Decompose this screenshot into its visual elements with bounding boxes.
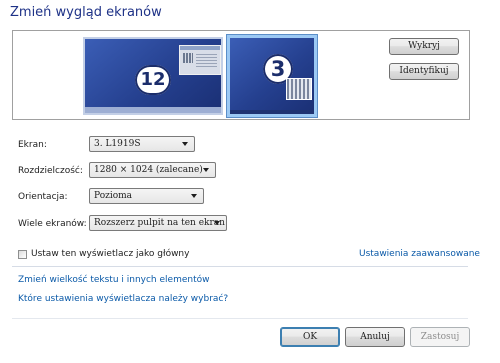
identify-button[interactable]: Identyfikuj bbox=[389, 63, 459, 80]
resolution-label: Rozdzielczość: bbox=[18, 166, 83, 176]
screen-dropdown[interactable]: 3. L1919S bbox=[89, 136, 195, 152]
multiple-displays-dropdown[interactable]: Rozszerz pulpit na ten ekran bbox=[89, 215, 227, 231]
apply-button[interactable]: Zastosuj bbox=[410, 327, 470, 347]
taskbar-strip bbox=[85, 107, 221, 113]
screen-dropdown-value: 3. L1919S bbox=[94, 139, 141, 149]
screen-label: Ekran: bbox=[18, 140, 47, 150]
dropdown-arrow-icon bbox=[191, 194, 197, 198]
dropdown-arrow-icon bbox=[203, 168, 209, 172]
orientation-dropdown[interactable]: Pozioma bbox=[89, 188, 204, 204]
dropdown-arrow-icon bbox=[182, 142, 188, 146]
primary-display-checkbox[interactable] bbox=[18, 250, 27, 259]
monitor-preview-area: 12 3 Wykryj Identyfikuj bbox=[12, 30, 470, 120]
orientation-label: Orientacja: bbox=[18, 192, 68, 202]
monitor-1-2-icon[interactable]: 12 bbox=[83, 37, 223, 115]
dropdown-arrow-icon bbox=[214, 221, 220, 225]
multiple-displays-dropdown-value: Rozszerz pulpit na ten ekran bbox=[94, 218, 225, 228]
calendar-gadget-icon bbox=[286, 78, 312, 100]
which-settings-link[interactable]: Które ustawienia wyświetlacza należy wyb… bbox=[18, 294, 228, 304]
orientation-dropdown-value: Pozioma bbox=[94, 191, 133, 201]
cancel-button[interactable]: Anuluj bbox=[345, 327, 405, 347]
text-size-link[interactable]: Zmień wielkość tekstu i innych elementów bbox=[18, 275, 209, 285]
primary-display-label: Ustaw ten wyświetlacz jako główny bbox=[31, 249, 190, 259]
divider bbox=[12, 266, 468, 267]
advanced-settings-link[interactable]: Ustawienia zaawansowane bbox=[359, 249, 480, 259]
monitor-3-icon[interactable]: 3 bbox=[226, 34, 318, 118]
divider bbox=[12, 318, 468, 319]
resolution-dropdown[interactable]: 1280 × 1024 (zalecane) bbox=[89, 162, 216, 178]
multiple-displays-label: Wiele ekranów: bbox=[18, 219, 87, 229]
monitor-number-label: 12 bbox=[135, 65, 171, 95]
page-title: Zmień wygląd ekranów bbox=[10, 5, 162, 20]
detect-button[interactable]: Wykryj bbox=[389, 38, 459, 55]
window-thumbnail-icon bbox=[179, 45, 221, 75]
ok-button[interactable]: OK bbox=[280, 327, 340, 347]
taskbar-strip bbox=[230, 110, 314, 114]
resolution-dropdown-value: 1280 × 1024 (zalecane) bbox=[94, 165, 203, 175]
